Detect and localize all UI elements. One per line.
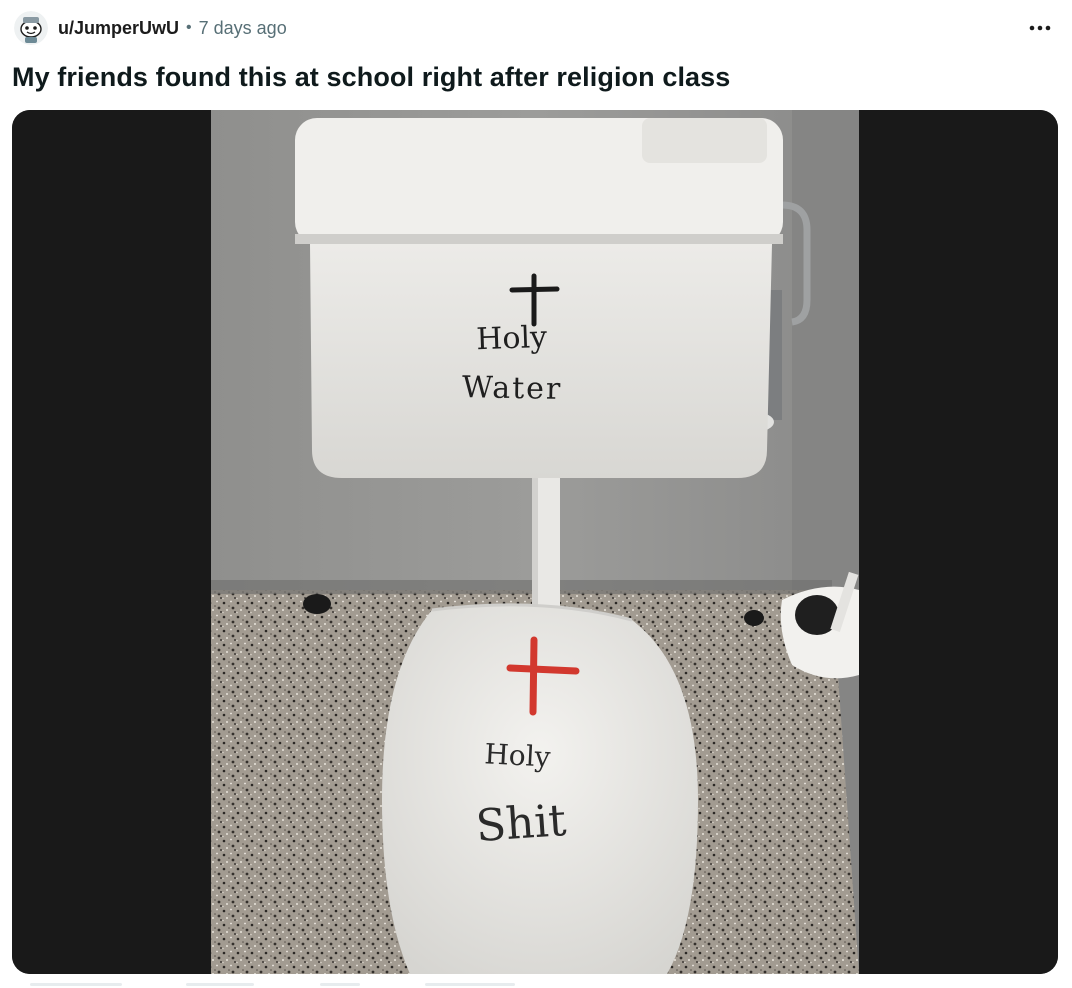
avatar[interactable]: [14, 11, 48, 45]
post-header: u/JumperUwU • 7 days ago: [14, 10, 1058, 46]
action-placeholder: [425, 983, 515, 986]
more-options-button[interactable]: [1026, 16, 1054, 40]
seat-text-line1: Holy: [484, 737, 552, 773]
post-time: 7 days ago: [198, 17, 287, 38]
snoo-avatar-icon: [14, 11, 48, 45]
three-dots-horizontal-icon: [1029, 25, 1051, 31]
action-placeholder: [186, 983, 254, 986]
author-link[interactable]: u/JumperUwU: [58, 18, 179, 39]
bottom-strip: [0, 976, 1072, 988]
action-placeholder: [30, 983, 122, 986]
tank-text-line2: Water: [462, 370, 563, 407]
post-title[interactable]: My friends found this at school right af…: [12, 62, 730, 93]
meta-separator: •: [186, 19, 192, 36]
seat-text-line2: Shit: [474, 795, 568, 852]
action-placeholder: [320, 983, 360, 986]
tank-text-line1: Holy: [476, 320, 548, 357]
post-image[interactable]: Holy Water Holy Shit: [12, 110, 1058, 974]
toilet-photo: Holy Water Holy Shit: [12, 110, 1058, 974]
